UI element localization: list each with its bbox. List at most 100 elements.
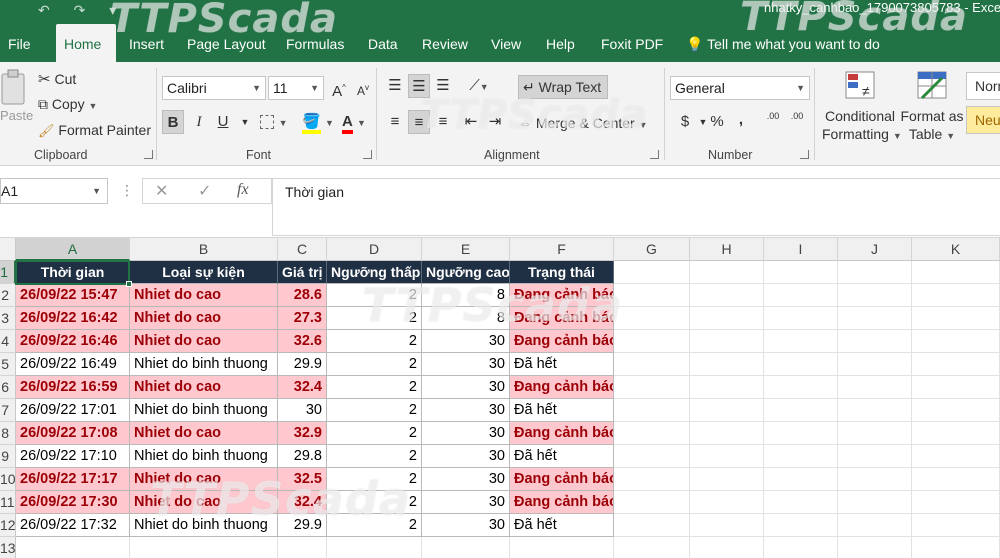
table-header-cell[interactable]: Ngưỡng cao [422, 261, 510, 284]
underline-button[interactable]: U [212, 110, 234, 134]
table-cell[interactable]: 30 [422, 330, 510, 353]
empty-cell[interactable] [764, 307, 838, 330]
bold-button[interactable]: B [162, 110, 184, 134]
table-cell[interactable]: 29.8 [278, 445, 327, 468]
empty-cell[interactable] [838, 514, 912, 537]
table-cell[interactable]: Đang cảnh báo [510, 330, 614, 353]
table-cell[interactable]: Nhiet do cao [130, 468, 278, 491]
tell-me-box[interactable]: 💡 Tell me what you want to do [680, 24, 886, 62]
empty-cell[interactable] [838, 307, 912, 330]
empty-cell[interactable] [690, 537, 764, 558]
column-header-e[interactable]: E [422, 238, 510, 261]
percent-button[interactable]: % [706, 110, 728, 134]
table-header-cell[interactable]: Giá trị [278, 261, 327, 284]
table-cell[interactable]: Đang cảnh báo [510, 491, 614, 514]
empty-cell[interactable] [690, 261, 764, 284]
empty-cell[interactable] [912, 376, 1000, 399]
tab-insert[interactable]: Insert [123, 24, 170, 62]
row-header-6[interactable]: 6 [0, 376, 16, 399]
empty-cell[interactable] [422, 537, 510, 558]
empty-cell[interactable] [912, 445, 1000, 468]
empty-cell[interactable] [690, 514, 764, 537]
empty-cell[interactable] [764, 284, 838, 307]
table-cell[interactable]: 30 [422, 468, 510, 491]
table-cell[interactable]: 29.9 [278, 353, 327, 376]
orientation-button[interactable]: ⟋▼ [462, 74, 496, 98]
row-header-7[interactable]: 7 [0, 399, 16, 422]
increase-indent-icon[interactable]: ⇥ [484, 110, 506, 134]
empty-cell[interactable] [912, 307, 1000, 330]
table-cell[interactable]: Nhiet do cao [130, 376, 278, 399]
align-left-icon[interactable]: ≡ [384, 110, 406, 134]
column-header-c[interactable]: C [278, 238, 327, 261]
align-right-icon[interactable]: ≡ [432, 110, 454, 134]
empty-cell[interactable] [130, 537, 278, 558]
empty-cell[interactable] [764, 353, 838, 376]
table-cell[interactable]: Đang cảnh báo [510, 284, 614, 307]
table-cell[interactable]: 2 [327, 284, 422, 307]
table-cell[interactable]: Nhiet do binh thuong [130, 514, 278, 537]
table-cell[interactable]: 26/09/22 16:46 [16, 330, 130, 353]
table-cell[interactable]: Nhiet do cao [130, 422, 278, 445]
copy-button[interactable]: ⧉ Copy ▼ [38, 96, 97, 113]
table-cell[interactable]: 30 [422, 353, 510, 376]
empty-cell[interactable] [614, 330, 690, 353]
fill-handle[interactable] [126, 281, 132, 287]
empty-cell[interactable] [614, 422, 690, 445]
style-normal[interactable]: Normal [966, 72, 1000, 100]
empty-cell[interactable] [690, 445, 764, 468]
empty-cell[interactable] [690, 491, 764, 514]
empty-cell[interactable] [614, 376, 690, 399]
column-header-b[interactable]: B [130, 238, 278, 261]
merge-center-button[interactable]: ⇔ Merge & Center ▼ [518, 112, 648, 136]
table-cell[interactable]: Nhiet do cao [130, 307, 278, 330]
empty-cell[interactable] [912, 422, 1000, 445]
empty-cell[interactable] [912, 399, 1000, 422]
empty-cell[interactable] [614, 491, 690, 514]
empty-cell[interactable] [912, 514, 1000, 537]
table-cell[interactable]: 30 [422, 445, 510, 468]
empty-cell[interactable] [838, 422, 912, 445]
table-cell[interactable]: Đã hết [510, 514, 614, 537]
format-painter-button[interactable]: 🖌 Format Painter [38, 122, 151, 139]
table-cell[interactable]: 26/09/22 16:49 [16, 353, 130, 376]
table-cell[interactable]: 26/09/22 16:59 [16, 376, 130, 399]
table-cell[interactable]: Nhiet do binh thuong [130, 445, 278, 468]
enter-icon[interactable]: ✓ [198, 181, 211, 201]
table-cell[interactable]: 2 [327, 514, 422, 537]
table-cell[interactable]: 30 [422, 491, 510, 514]
empty-cell[interactable] [912, 468, 1000, 491]
empty-cell[interactable] [838, 399, 912, 422]
empty-cell[interactable] [838, 330, 912, 353]
empty-cell[interactable] [614, 468, 690, 491]
increase-decimal-button[interactable]: .00 [762, 110, 784, 134]
table-cell[interactable]: 2 [327, 445, 422, 468]
table-cell[interactable]: Đã hết [510, 353, 614, 376]
table-cell[interactable]: 32.4 [278, 491, 327, 514]
column-header-d[interactable]: D [327, 238, 422, 261]
row-header-2[interactable]: 2 [0, 284, 16, 307]
worksheet-grid[interactable]: A B C D E F G H I J K 1 2 3 4 5 6 7 8 9 10 11 12 13 Thời gian Loạ… [0, 238, 1000, 558]
empty-cell[interactable] [764, 491, 838, 514]
tab-view[interactable]: View [485, 24, 527, 62]
empty-cell[interactable] [764, 537, 838, 558]
tab-data[interactable]: Data [362, 24, 404, 62]
decrease-indent-icon[interactable]: ⇤ [460, 110, 482, 134]
table-cell[interactable]: 26/09/22 16:42 [16, 307, 130, 330]
empty-cell[interactable] [912, 330, 1000, 353]
table-cell[interactable]: 27.3 [278, 307, 327, 330]
tab-foxit-pdf[interactable]: Foxit PDF [595, 24, 669, 62]
empty-cell[interactable] [614, 445, 690, 468]
empty-cell[interactable] [838, 537, 912, 558]
empty-cell[interactable] [764, 445, 838, 468]
comma-button[interactable]: , [730, 108, 752, 132]
table-cell[interactable]: 2 [327, 491, 422, 514]
table-cell[interactable]: Đang cảnh báo [510, 468, 614, 491]
empty-cell[interactable] [764, 468, 838, 491]
table-cell[interactable]: 2 [327, 330, 422, 353]
table-cell[interactable]: 28.6 [278, 284, 327, 307]
empty-cell[interactable] [764, 376, 838, 399]
cut-button[interactable]: ✂ Cut [38, 70, 76, 88]
table-cell[interactable]: 26/09/22 15:47 [16, 284, 130, 307]
middle-align-icon[interactable]: ☰ [408, 74, 430, 98]
